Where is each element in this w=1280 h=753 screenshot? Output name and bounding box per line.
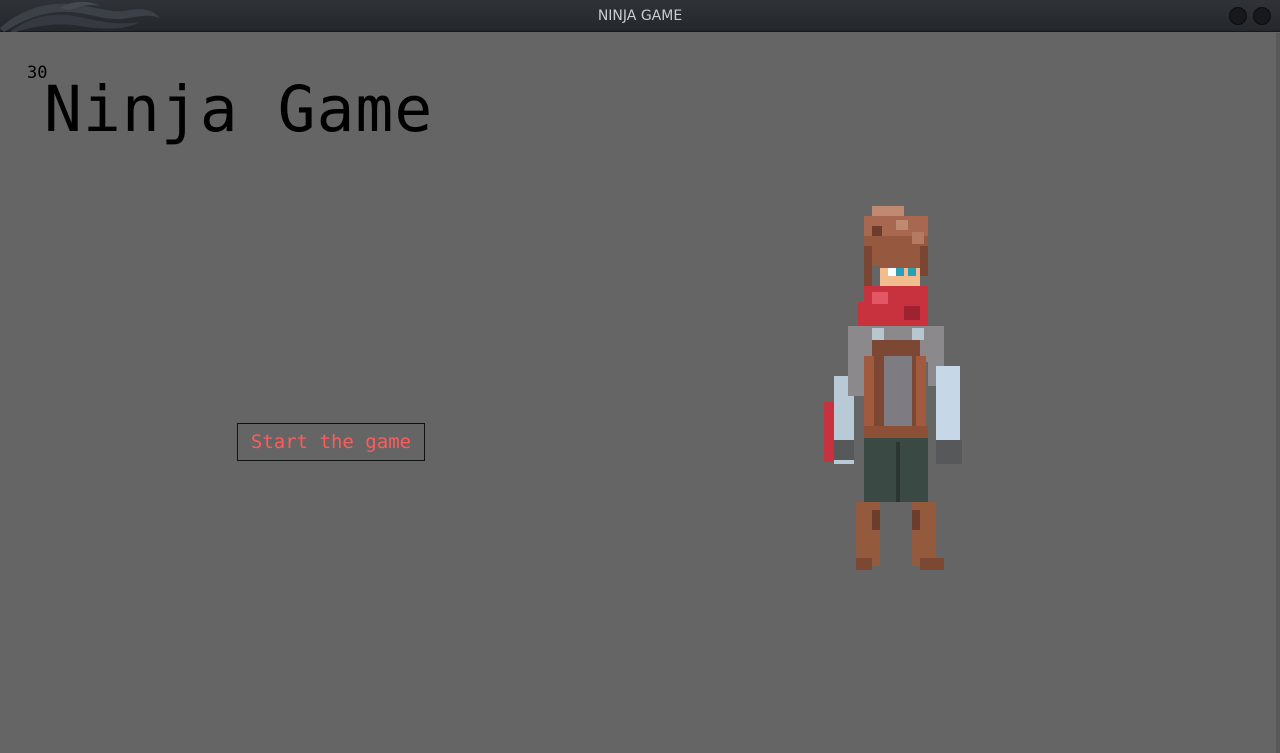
window-title: NINJA GAME: [597, 8, 683, 24]
window-border: [1276, 33, 1280, 753]
game-canvas[interactable]: 30 Ninja Game Start the game: [0, 33, 1276, 753]
ninja-character-sprite: [824, 206, 962, 570]
minimize-circle-icon[interactable]: [1229, 7, 1247, 25]
start-game-button[interactable]: Start the game: [237, 423, 425, 461]
close-circle-icon[interactable]: [1253, 7, 1271, 25]
window-titlebar[interactable]: NINJA GAME: [0, 0, 1280, 32]
game-title: Ninja Game: [44, 73, 434, 146]
